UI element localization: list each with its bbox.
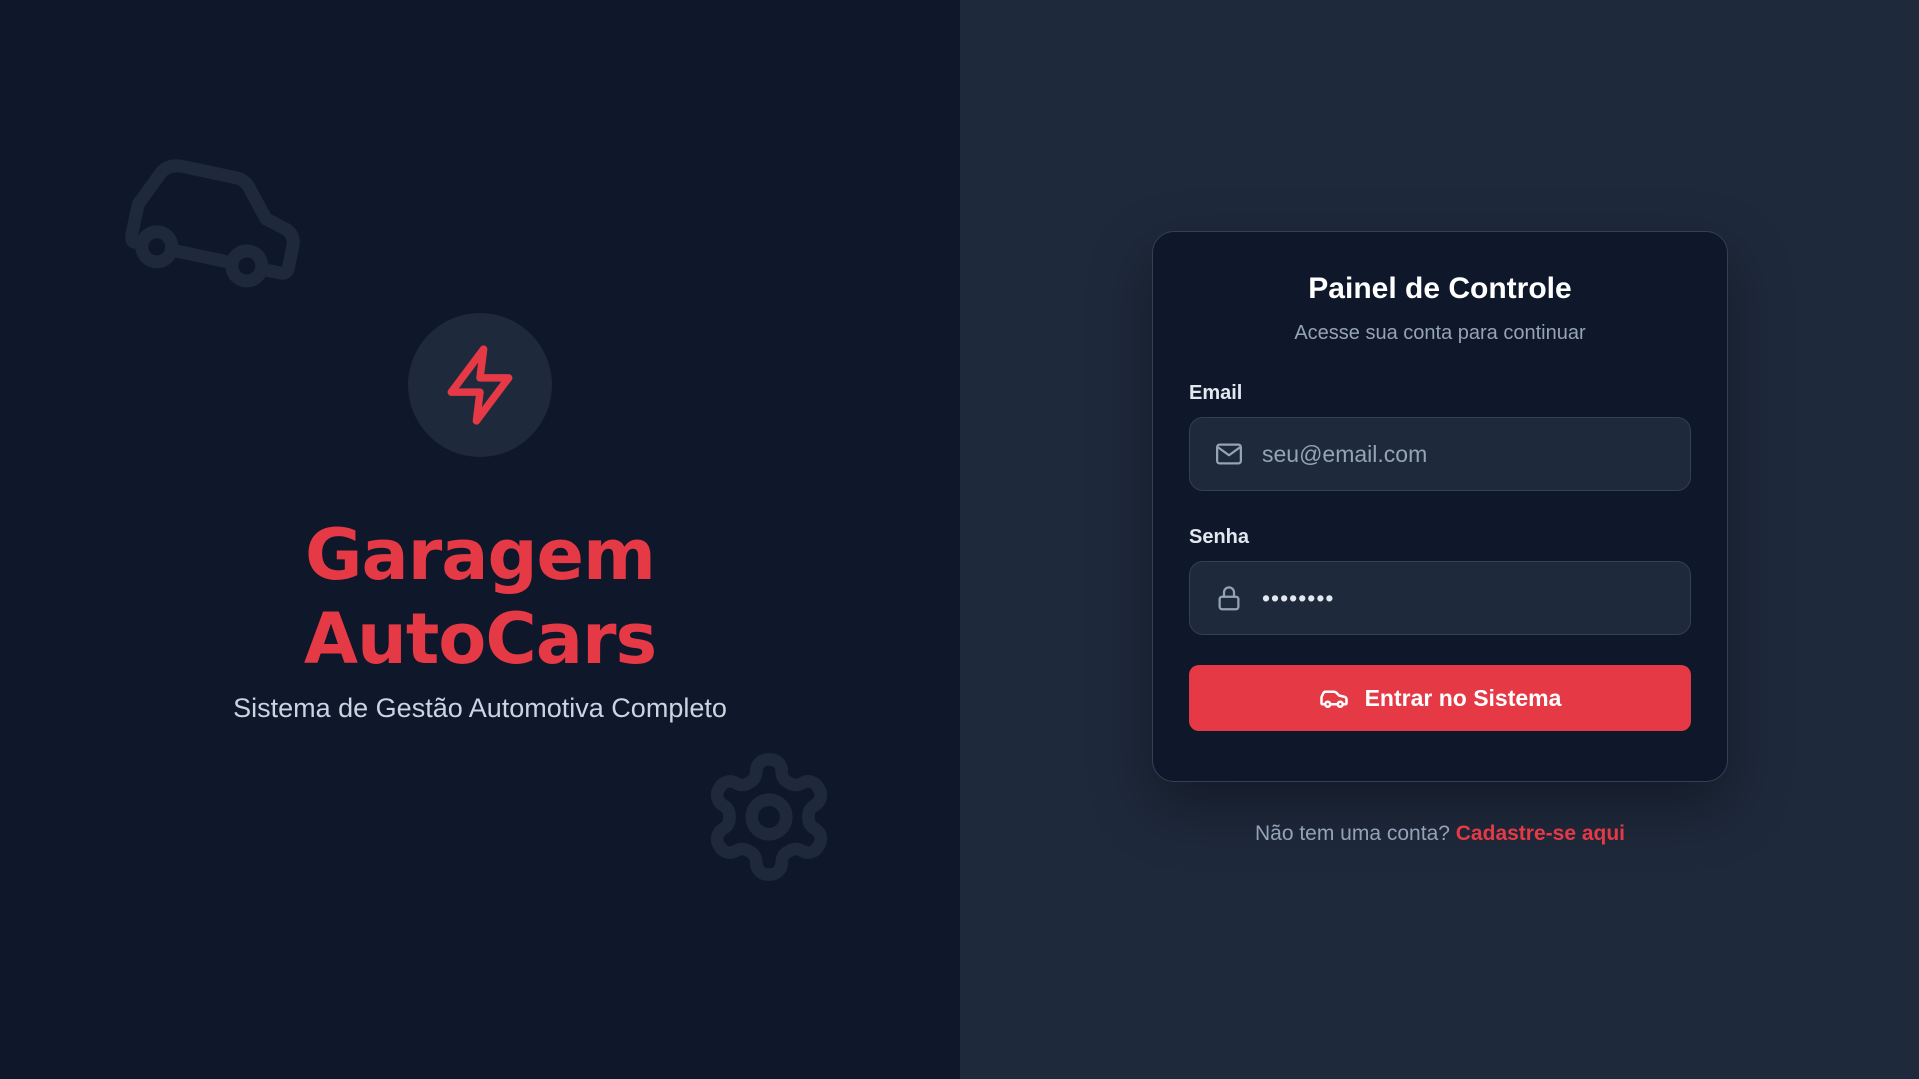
password-input[interactable] (1262, 562, 1690, 634)
brand-panel: Garagem AutoCars Sistema de Gestão Autom… (0, 0, 960, 1079)
lock-icon (1218, 586, 1240, 611)
brand-title-line2: AutoCars (303, 598, 657, 680)
car-icon (125, 159, 300, 288)
brand-block: Garagem AutoCars Sistema de Gestão Autom… (0, 313, 960, 724)
login-title: Painel de Controle (1308, 272, 1572, 305)
brand-title-line1: Garagem (305, 514, 656, 596)
password-label: Senha (1189, 526, 1250, 548)
email-input[interactable] (1262, 418, 1690, 490)
brand-logo (408, 313, 552, 457)
login-subtitle: Acesse sua conta para continuar (1294, 322, 1586, 344)
signup-link[interactable]: Cadastre-se aqui (1456, 822, 1625, 845)
signup-prompt: Não tem uma conta? Cadastre-se aqui (1152, 822, 1728, 846)
gear-icon (710, 753, 828, 881)
password-field[interactable] (1189, 561, 1691, 635)
login-card: Painel de Controle Acesse sua conta para… (1152, 231, 1728, 782)
email-field[interactable] (1189, 417, 1691, 491)
brand-subtitle: Sistema de Gestão Automotiva Completo (233, 693, 727, 723)
mail-icon (1216, 443, 1242, 465)
signup-prompt-text: Não tem uma conta? (1254, 822, 1450, 845)
car-icon (1319, 690, 1348, 708)
login-submit-label: Entrar no Sistema (1364, 684, 1562, 711)
lightning-bolt-icon (447, 345, 513, 425)
email-label: Email (1189, 382, 1243, 404)
login-submit-button[interactable]: Entrar no Sistema (1189, 665, 1691, 731)
brand-title: Garagem AutoCars (303, 513, 657, 681)
